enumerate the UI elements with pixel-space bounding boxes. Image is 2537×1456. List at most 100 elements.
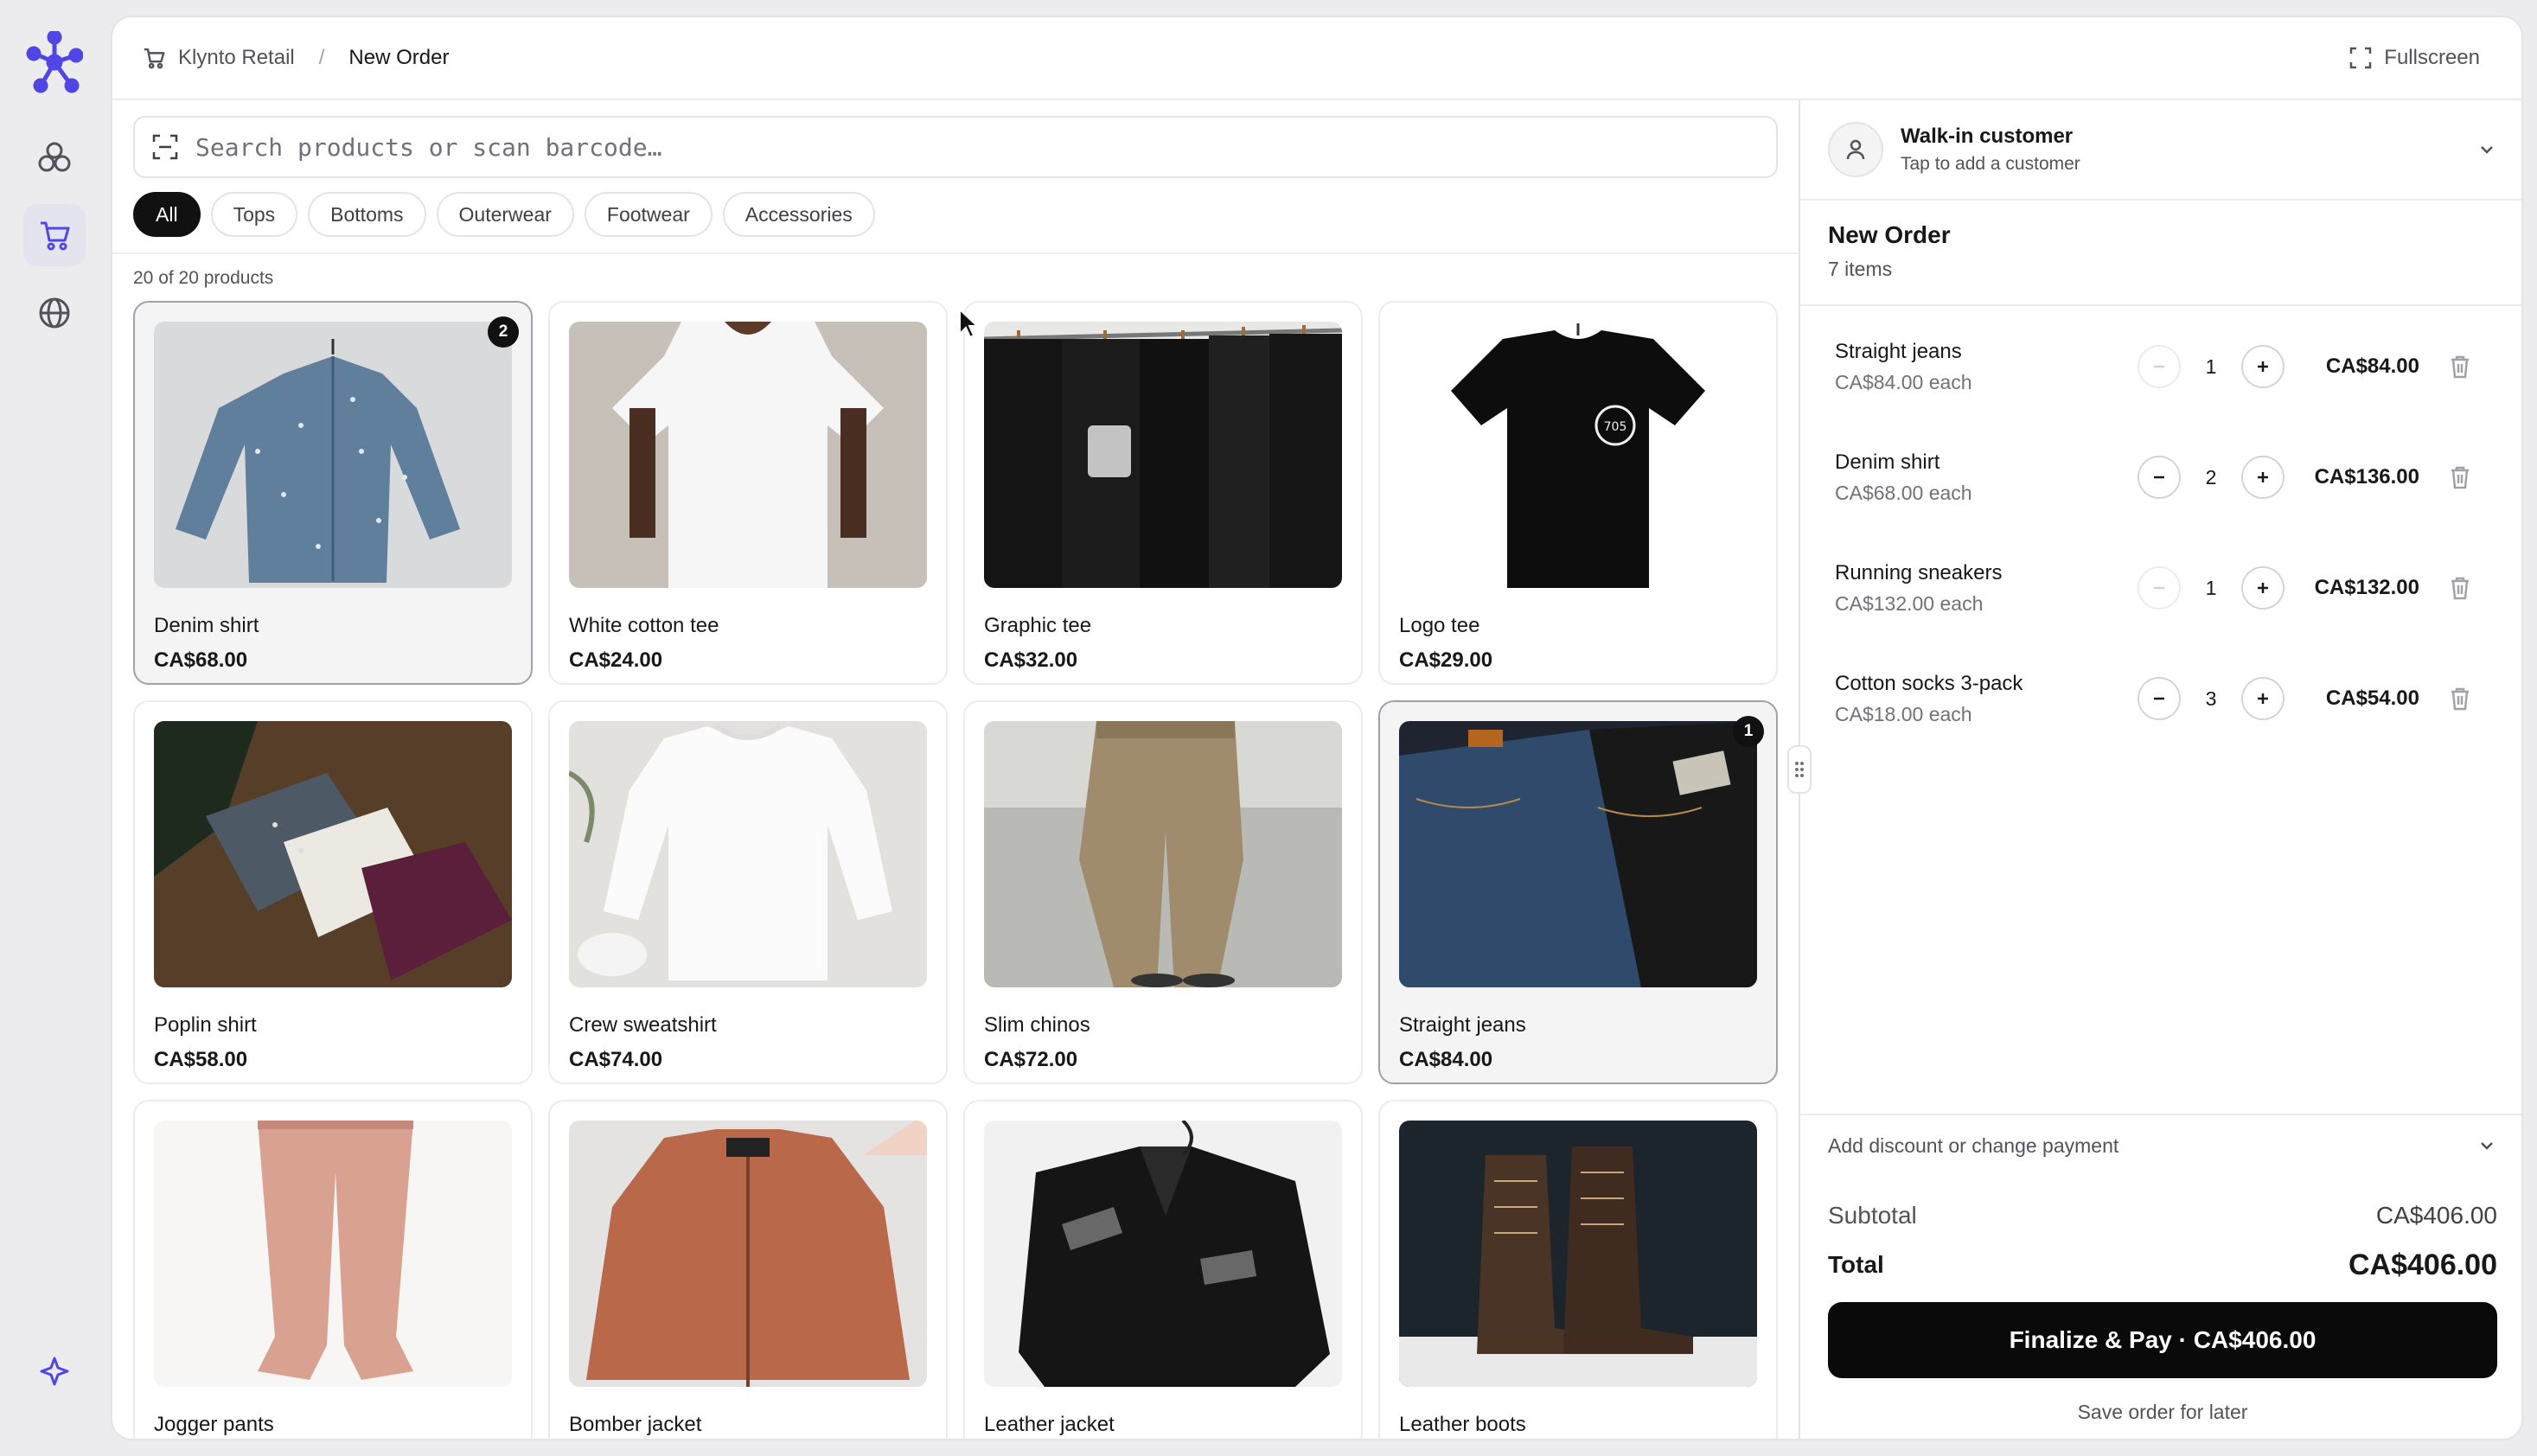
breadcrumb-store-link[interactable]: Klynto Retail [178,46,295,70]
product-card[interactable]: Crew sweatshirt CA$74.00 [548,700,948,1084]
rail-web-button[interactable] [23,282,86,344]
chevron-down-icon [2481,146,2493,154]
quantity-value: 2 [2205,465,2217,489]
product-name: Leather jacket [984,1413,1115,1436]
search-box[interactable]: Search products or scan barcode… [133,116,1778,178]
product-count: 20 of 20 products [133,268,274,288]
quantity-value: 1 [2205,576,2217,599]
customer-selector[interactable]: Walk-in customer Tap to add a customer [1800,100,2521,201]
remove-item-button[interactable] [2449,576,2471,600]
filter-chip-tops[interactable]: Tops [210,192,298,237]
category-filters: All Tops Bottoms Outerwear Footwear Accessori… [133,192,1778,237]
product-name: Jogger pants [154,1413,274,1436]
increase-quantity-button[interactable] [2241,677,2285,720]
line-item-unit-price: CA$18.00 each [1835,702,1972,725]
save-for-later-link[interactable]: Save order for later [1800,1401,2521,1424]
minus-icon [2154,697,2164,700]
divider [112,252,1799,254]
logo-icon[interactable] [26,29,84,93]
finalize-pay-button[interactable]: Finalize & Pay · CA$406.00 [1828,1302,2497,1378]
product-image [569,322,927,588]
product-price: CA$32.00 [984,648,1078,672]
order-title: New Order [1828,221,1951,248]
product-price: CA$58.00 [154,1048,248,1071]
trash-icon [2451,355,2469,379]
order-line: Running sneakers CA$132.00 each 1 CA$132.00 [1828,533,2497,643]
decrease-quantity-button[interactable] [2138,345,2181,388]
subtotal-label: Subtotal [1828,1202,1917,1229]
minus-icon [2154,586,2164,590]
filter-chip-all[interactable]: All [133,192,201,237]
filter-chip-outerwear[interactable]: Outerwear [436,192,574,237]
line-item-name: Cotton socks 3-pack [1835,671,2023,695]
product-card[interactable]: Leather boots [1378,1100,1778,1439]
order-item-count: 7 items [1828,258,1893,280]
breadcrumb: Klynto Retail / New Order [142,46,449,70]
product-card[interactable]: Straight jeans CA$84.00 1 [1378,700,1778,1084]
decrease-quantity-button[interactable] [2138,456,2181,499]
increase-quantity-button[interactable] [2241,566,2285,610]
search-input[interactable]: Search products or scan barcode… [195,133,661,162]
product-card[interactable]: 705 Logo tee CA$29.00 [1378,301,1778,685]
boxes-icon [38,142,71,172]
discount-toggle[interactable]: Add discount or change payment [1800,1114,2521,1176]
product-image [569,1121,927,1387]
product-grid: Denim shirt CA$68.00 2 White cotton tee CA$2… [133,301,1778,1439]
filter-chip-accessories[interactable]: Accessories [722,192,875,237]
svg-text:705: 705 [1604,420,1627,434]
quantity-stepper: 1 [2138,566,2285,610]
product-image [569,721,927,987]
product-name: Crew sweatshirt [569,1013,717,1037]
filter-chip-bottoms[interactable]: Bottoms [308,192,426,237]
total-value: CA$406.00 [2348,1248,2497,1281]
order-line: Cotton socks 3-pack CA$18.00 each 3 CA$54.0… [1828,643,2497,754]
order-line: Denim shirt CA$68.00 each 2 CA$136.00 [1828,422,2497,533]
ai-assistant-button[interactable] [23,1340,86,1402]
remove-item-button[interactable] [2449,354,2471,379]
remove-item-button[interactable] [2449,465,2471,489]
rail-products-button[interactable] [23,126,86,188]
product-image [984,322,1342,588]
avatar [1828,122,1883,177]
product-name: Graphic tee [984,614,1092,637]
order-totals: Subtotal CA$406.00 Total CA$406.00 [1828,1191,2497,1290]
breadcrumb-current: New Order [348,46,450,69]
customer-name: Walk-in customer [1901,125,2074,148]
remove-item-button[interactable] [2449,686,2471,711]
filter-chip-footwear[interactable]: Footwear [584,192,713,237]
quantity-value: 3 [2205,686,2217,710]
product-name: Bomber jacket [569,1413,702,1436]
line-item-total: CA$132.00 [2314,576,2419,599]
rail-orders-button[interactable] [23,204,86,266]
discount-label: Add discount or change payment [1828,1134,2119,1157]
decrease-quantity-button[interactable] [2138,566,2181,610]
product-card[interactable]: Poplin shirt CA$58.00 [133,700,533,1084]
product-card[interactable]: White cotton tee CA$24.00 [548,301,948,685]
product-image [154,322,512,588]
quantity-stepper: 1 [2138,345,2285,388]
product-card[interactable]: Denim shirt CA$68.00 2 [133,301,533,685]
chevron-down-icon [2481,1142,2493,1150]
trash-icon [2451,687,2469,711]
product-price: CA$74.00 [569,1048,663,1071]
product-name: Poplin shirt [154,1013,257,1037]
product-name: Straight jeans [1399,1013,1526,1037]
product-image [1399,721,1757,987]
product-card[interactable]: Jogger pants [133,1100,533,1439]
order-panel: Walk-in customer Tap to add a customer N… [1800,100,2521,1439]
increase-quantity-button[interactable] [2241,345,2285,388]
product-card[interactable]: Bomber jacket [548,1100,948,1439]
increase-quantity-button[interactable] [2241,456,2285,499]
product-card[interactable]: Leather jacket [963,1100,1363,1439]
fullscreen-button[interactable]: Fullscreen [2349,46,2480,70]
product-card[interactable]: Graphic tee CA$32.00 [963,301,1363,685]
product-card[interactable]: Slim chinos CA$72.00 [963,700,1363,1084]
minus-icon [2154,365,2164,368]
order-line: Straight jeans CA$84.00 each 1 CA$84.00 [1828,311,2497,422]
decrease-quantity-button[interactable] [2138,677,2181,720]
product-name: Leather boots [1399,1413,1526,1436]
product-browser: Search products or scan barcode… All Tops… [112,100,1799,1439]
customer-hint: Tap to add a customer [1901,154,2080,174]
line-item-name: Straight jeans [1835,339,1962,363]
product-image [154,1121,512,1387]
